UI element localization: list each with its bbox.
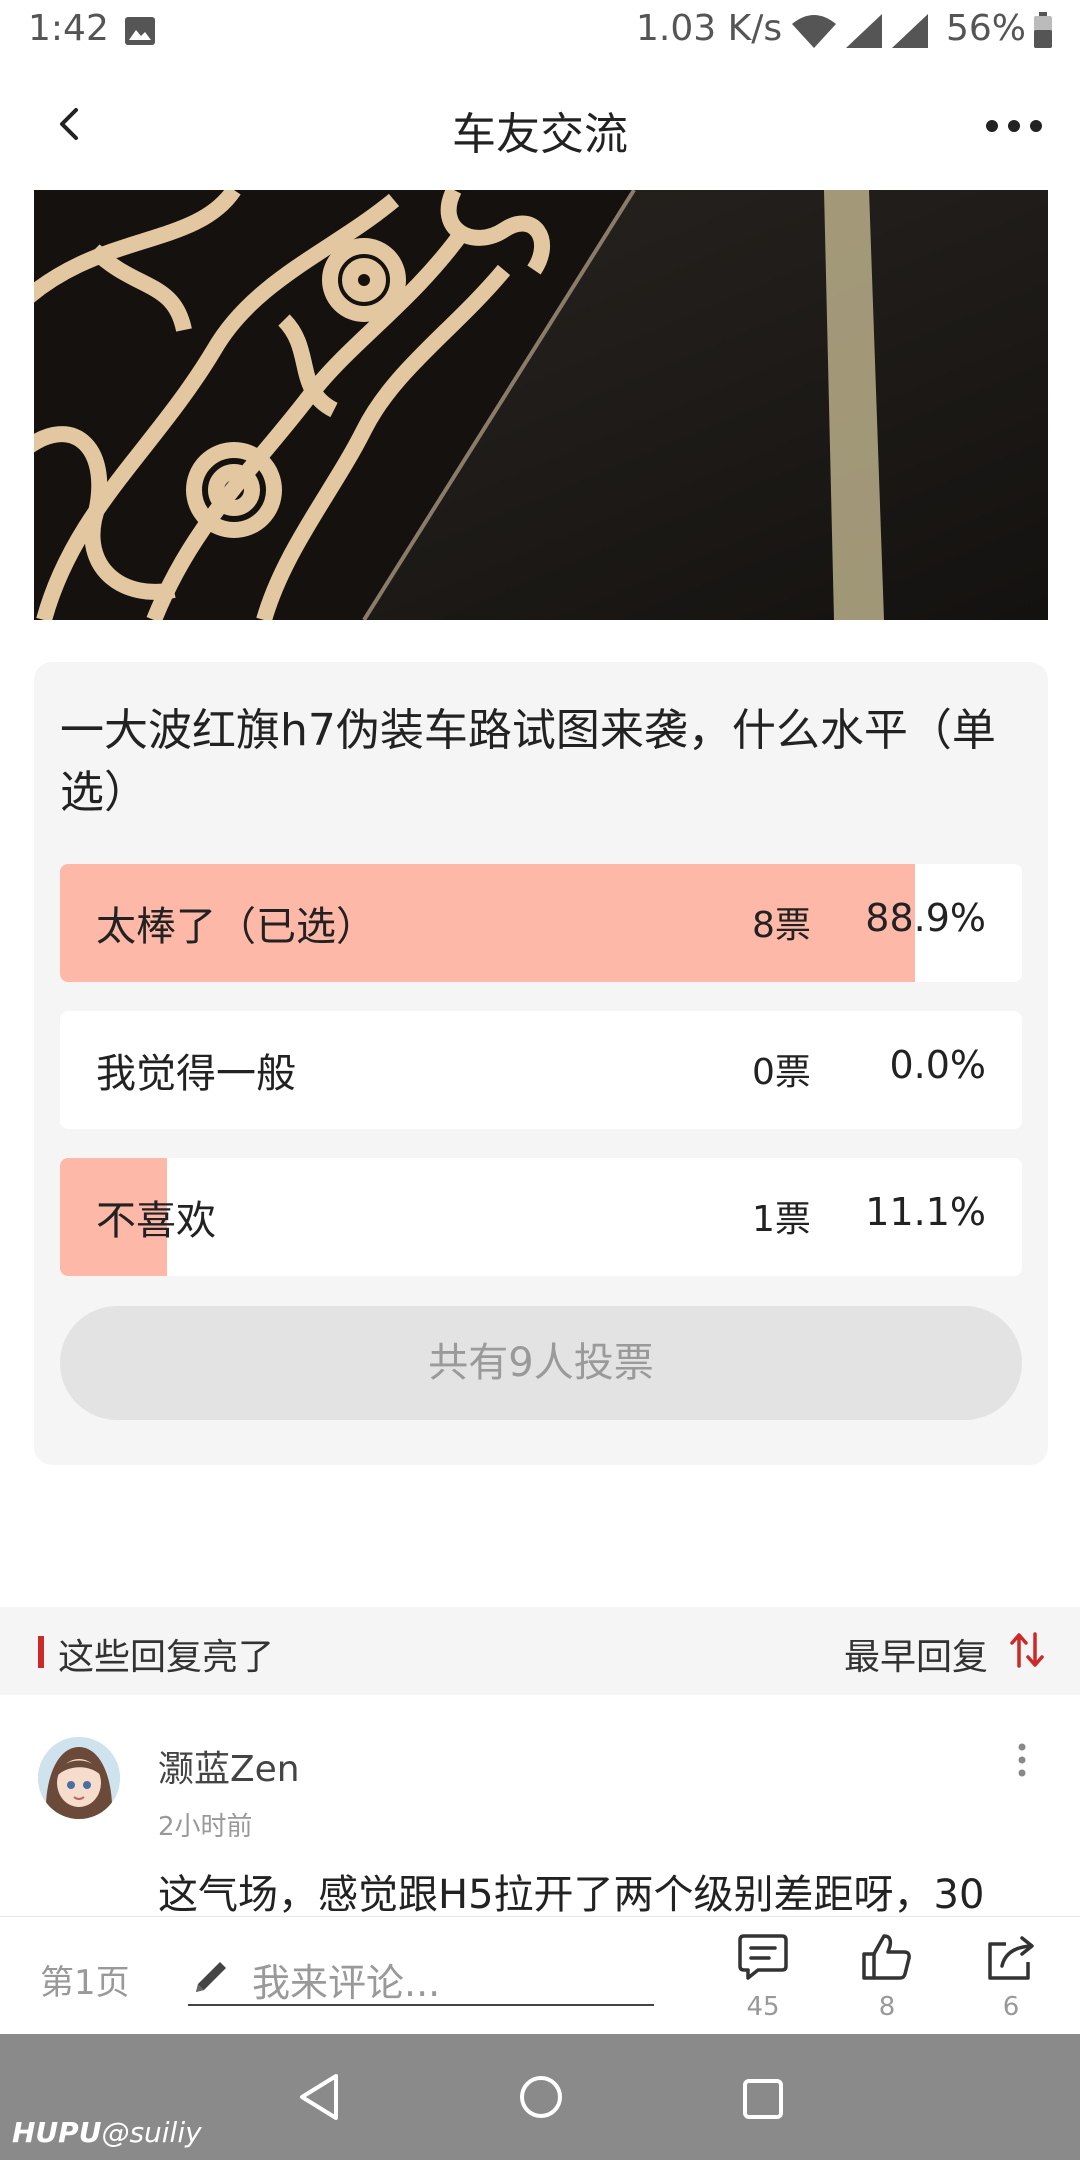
- poll-option-votes: 1票: [752, 1199, 811, 1240]
- nav-recent-icon[interactable]: [742, 2078, 784, 2120]
- section-title: 这些回复亮了: [58, 1637, 275, 1678]
- image-notification-icon: [125, 17, 155, 45]
- post-image[interactable]: [34, 190, 1048, 620]
- signal-icon: [892, 14, 928, 48]
- share-count: 6: [1002, 1992, 1020, 2022]
- camouflage-car-photo: [34, 190, 1048, 620]
- poll-option-votes: 8票: [752, 905, 811, 946]
- poll-total-button[interactable]: 共有9人投票: [60, 1306, 1022, 1420]
- avatar[interactable]: [38, 1737, 120, 1819]
- sort-button[interactable]: 最早回复: [844, 1628, 988, 1680]
- share-icon: [988, 1936, 1034, 1980]
- poll-option[interactable]: 我觉得一般 0票 0.0%: [60, 1011, 1022, 1129]
- section-marker: [38, 1636, 44, 1668]
- network-speed: 1.03 K/s: [636, 8, 783, 49]
- nav-home-icon[interactable]: [518, 2074, 564, 2120]
- wifi-icon: [792, 15, 836, 48]
- poll-option-percent: 0.0%: [889, 1043, 986, 1087]
- poll-option-label: 太棒了（已选）: [96, 904, 376, 950]
- battery-icon: [1034, 12, 1052, 48]
- watermark-handle: @suiliy: [101, 2116, 202, 2149]
- poll-question: 一大波红旗h7伪装车路试图来袭，什么水平（单选）: [60, 705, 996, 818]
- share-button[interactable]: 6: [966, 1932, 1056, 2022]
- watermark-brand: HUPU: [12, 2116, 102, 2149]
- comment-time: 2小时前: [158, 1812, 253, 1842]
- thumbs-up-icon: [862, 1934, 911, 1980]
- battery-percent: 56%: [946, 8, 1027, 49]
- comment-more-icon[interactable]: [1016, 1742, 1028, 1778]
- watermark: HUPU@suiliy: [12, 2116, 202, 2149]
- poll-option[interactable]: 太棒了（已选） 8票 88.9%: [60, 864, 1022, 982]
- signal-icon: [846, 14, 882, 48]
- poll-option[interactable]: 不喜欢 1票 11.1%: [60, 1158, 1022, 1276]
- nav-back-icon[interactable]: [296, 2072, 342, 2122]
- comment-input-underline: [188, 2004, 654, 2006]
- status-time: 1:42: [28, 8, 109, 49]
- comment-count: 45: [746, 1992, 780, 2022]
- comment-bubble-icon: [738, 1934, 788, 1980]
- like-count: 8: [878, 1992, 896, 2022]
- comment-input[interactable]: 我来评论...: [252, 1952, 440, 2007]
- like-button[interactable]: 8: [842, 1932, 932, 2022]
- pencil-icon: [196, 1962, 226, 1992]
- poll-option-label: 不喜欢: [96, 1198, 216, 1244]
- comment-username[interactable]: 灏蓝Zen: [158, 1740, 300, 1792]
- sort-arrows-icon[interactable]: [1010, 1632, 1044, 1668]
- page-indicator[interactable]: 第1页: [40, 1955, 130, 2004]
- poll-option-label: 我觉得一般: [96, 1051, 296, 1097]
- comment-text: 这气场，感觉跟H5拉开了两个级别差距呀，30: [158, 1872, 985, 1918]
- poll-option-percent: 88.9%: [865, 896, 986, 940]
- comment-button[interactable]: 45: [718, 1932, 808, 2022]
- poll-option-percent: 11.1%: [865, 1190, 986, 1234]
- more-icon[interactable]: [984, 104, 1044, 144]
- page-title: 车友交流: [452, 109, 628, 160]
- poll-option-votes: 0票: [752, 1052, 811, 1093]
- avatar-image: [38, 1737, 120, 1819]
